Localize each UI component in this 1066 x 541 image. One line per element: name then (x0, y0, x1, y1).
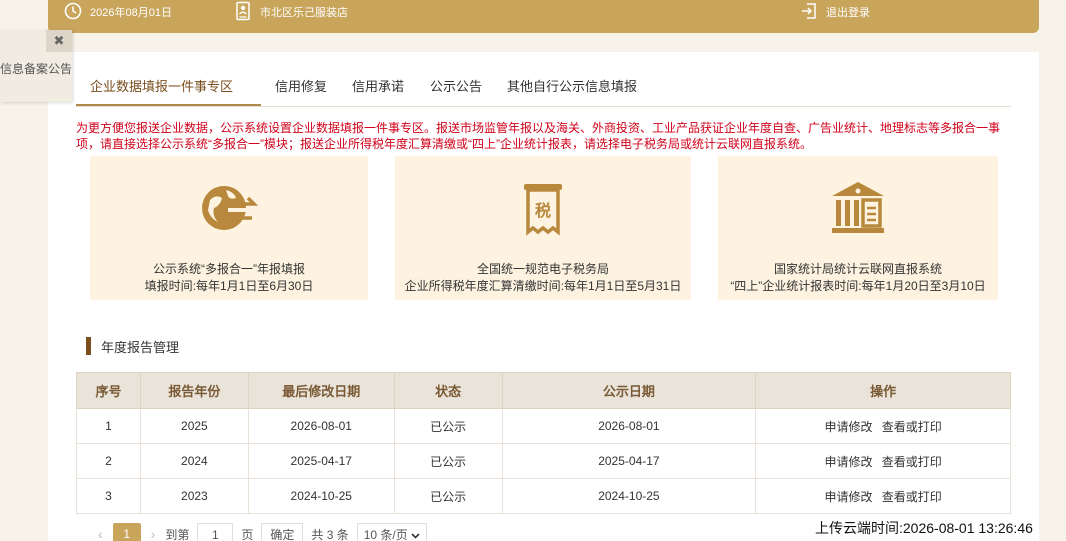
section-title-text: 年度报告管理 (101, 339, 180, 355)
table-row: 2 2024 2025-04-17 已公示 2025-04-17 申请修改 查看… (76, 443, 1011, 479)
section-marker (86, 337, 91, 355)
logout-icon (800, 2, 818, 23)
card-e-tax-bureau[interactable]: 税 全国统一规范电子税务局 企业所得税年度汇算清缴时间:每年1月1日至5月31日 (395, 156, 691, 300)
view-print-link[interactable]: 查看或打印 (882, 455, 942, 469)
tax-receipt-icon: 税 (512, 178, 574, 243)
store-name: 市北区乐己服装店 (260, 7, 348, 19)
logout-label[interactable]: 退出登录 (826, 4, 870, 20)
total-count: 共 3 条 (311, 527, 349, 541)
next-page-button[interactable]: › (151, 526, 156, 541)
cell-year: 2025 (139, 408, 249, 444)
card-title: 国家统计局统计云联网直报系统 (773, 262, 942, 276)
cell-actions: 申请修改 查看或打印 (755, 478, 1011, 514)
card-annual-report[interactable]: 公示系统“多报合一”年报填报 填报时间:每年1月1日至6月30日 (90, 156, 368, 300)
confirm-goto-button[interactable]: 确定 (261, 523, 304, 541)
table-header-row: 序号 报告年份 最后修改日期 状态 公示日期 操作 (76, 372, 1011, 409)
logout-button[interactable]: 退出登录 (800, 0, 870, 24)
tab-credit-commitment[interactable]: 信用承诺 (352, 72, 404, 106)
cell-modified: 2024-10-25 (247, 478, 395, 514)
svg-text:税: 税 (535, 201, 551, 220)
cell-no: 1 (76, 408, 141, 444)
cell-no: 2 (76, 443, 141, 479)
cell-no: 3 (76, 478, 141, 514)
cell-status: 已公示 (393, 443, 503, 479)
date-display: 2026年08月01日 (64, 0, 172, 24)
page-unit-label: 页 (241, 527, 254, 541)
tab-bar: 企业数据填报一件事专区 信用修复 信用承诺 公示公告 其他自行公示信息填报 (76, 72, 1011, 107)
store-display: 市北区乐己服装店 (234, 0, 348, 24)
cell-actions: 申请修改 查看或打印 (755, 408, 1011, 444)
tab-credit-repair[interactable]: 信用修复 (275, 72, 327, 106)
pagination: ‹ 1 › 到第 1 页 确定 共 3 条 10 条/页 (88, 522, 428, 541)
globe-exchange-icon (198, 178, 260, 243)
col-header-modified: 最后修改日期 (247, 372, 395, 409)
col-header-year: 报告年份 (139, 372, 249, 409)
cell-publish: 2024-10-25 (501, 478, 757, 514)
card-period: “四上”企业统计报表时间:每年1月20日至3月10日 (730, 279, 986, 293)
page-size-value: 10 条/页 (363, 528, 408, 541)
tab-enterprise-data-zone[interactable]: 企业数据填报一件事专区 (76, 72, 261, 106)
close-icon[interactable]: ✖ (46, 30, 72, 52)
current-page-button[interactable]: 1 (112, 523, 141, 541)
card-period: 填报时间:每年1月1日至6月30日 (144, 279, 314, 293)
col-header-publish: 公示日期 (501, 372, 757, 409)
cell-status: 已公示 (393, 408, 503, 444)
cell-actions: 申请修改 查看或打印 (755, 443, 1011, 479)
chevron-down-icon (411, 528, 420, 541)
section-title: 年度报告管理 (86, 337, 180, 355)
cell-publish: 2026-08-01 (501, 408, 757, 444)
goto-label: 到第 (165, 527, 190, 541)
cell-publish: 2025-04-17 (501, 443, 757, 479)
view-print-link[interactable]: 查看或打印 (882, 420, 942, 434)
top-header-bar: 2026年08月01日 市北区乐己服装店 退出登录 (48, 0, 1039, 33)
view-print-link[interactable]: 查看或打印 (882, 490, 942, 504)
tab-public-announcement[interactable]: 公示公告 (430, 72, 482, 106)
cell-status: 已公示 (393, 478, 503, 514)
cell-year: 2024 (139, 443, 249, 479)
card-statistics-system[interactable]: 国家统计局统计云联网直报系统 “四上”企业统计报表时间:每年1月20日至3月10… (718, 156, 998, 300)
apply-modify-link[interactable]: 申请修改 (824, 420, 872, 434)
card-title: 全国统一规范电子税务局 (476, 262, 609, 276)
goto-page-input[interactable]: 1 (197, 523, 234, 541)
table-row: 1 2025 2026-08-01 已公示 2026-08-01 申请修改 查看… (76, 408, 1011, 444)
col-header-status: 状态 (393, 372, 503, 409)
main-panel: 企业数据填报一件事专区 信用修复 信用承诺 公示公告 其他自行公示信息填报 为更… (48, 52, 1039, 541)
cell-year: 2023 (139, 478, 249, 514)
cell-modified: 2026-08-01 (247, 408, 395, 444)
table-row: 3 2023 2024-10-25 已公示 2024-10-25 申请修改 查看… (76, 478, 1011, 514)
notice-popup: ✖ 信息备案公告 (0, 30, 72, 102)
zone-description: 为更方便您报送企业数据，公示系统设置企业数据填报一件事专区。报送市场监管年报以及… (76, 121, 1001, 151)
cell-modified: 2025-04-17 (247, 443, 395, 479)
col-header-actions: 操作 (755, 372, 1011, 409)
clock-icon (64, 2, 82, 23)
card-title: 公示系统“多报合一”年报填报 (153, 262, 305, 276)
card-period: 企业所得税年度汇算清缴时间:每年1月1日至5月31日 (404, 279, 682, 293)
tab-other-self-disclosure[interactable]: 其他自行公示信息填报 (507, 72, 637, 106)
prev-page-button[interactable]: ‹ (98, 526, 103, 541)
annual-report-table: 序号 报告年份 最后修改日期 状态 公示日期 操作 1 2025 2026-08… (76, 372, 1011, 514)
upload-time-stamp: 上传云端时间:2026-08-01 13:26:46 (815, 518, 1033, 538)
page-size-select[interactable]: 10 条/页 (356, 523, 428, 541)
notice-popup-text[interactable]: 信息备案公告 (0, 60, 72, 77)
apply-modify-link[interactable]: 申请修改 (824, 455, 872, 469)
col-header-no: 序号 (76, 372, 141, 409)
government-building-icon (826, 178, 890, 243)
apply-modify-link[interactable]: 申请修改 (824, 490, 872, 504)
date-text: 2026年08月01日 (90, 7, 172, 19)
id-card-icon (234, 1, 252, 24)
